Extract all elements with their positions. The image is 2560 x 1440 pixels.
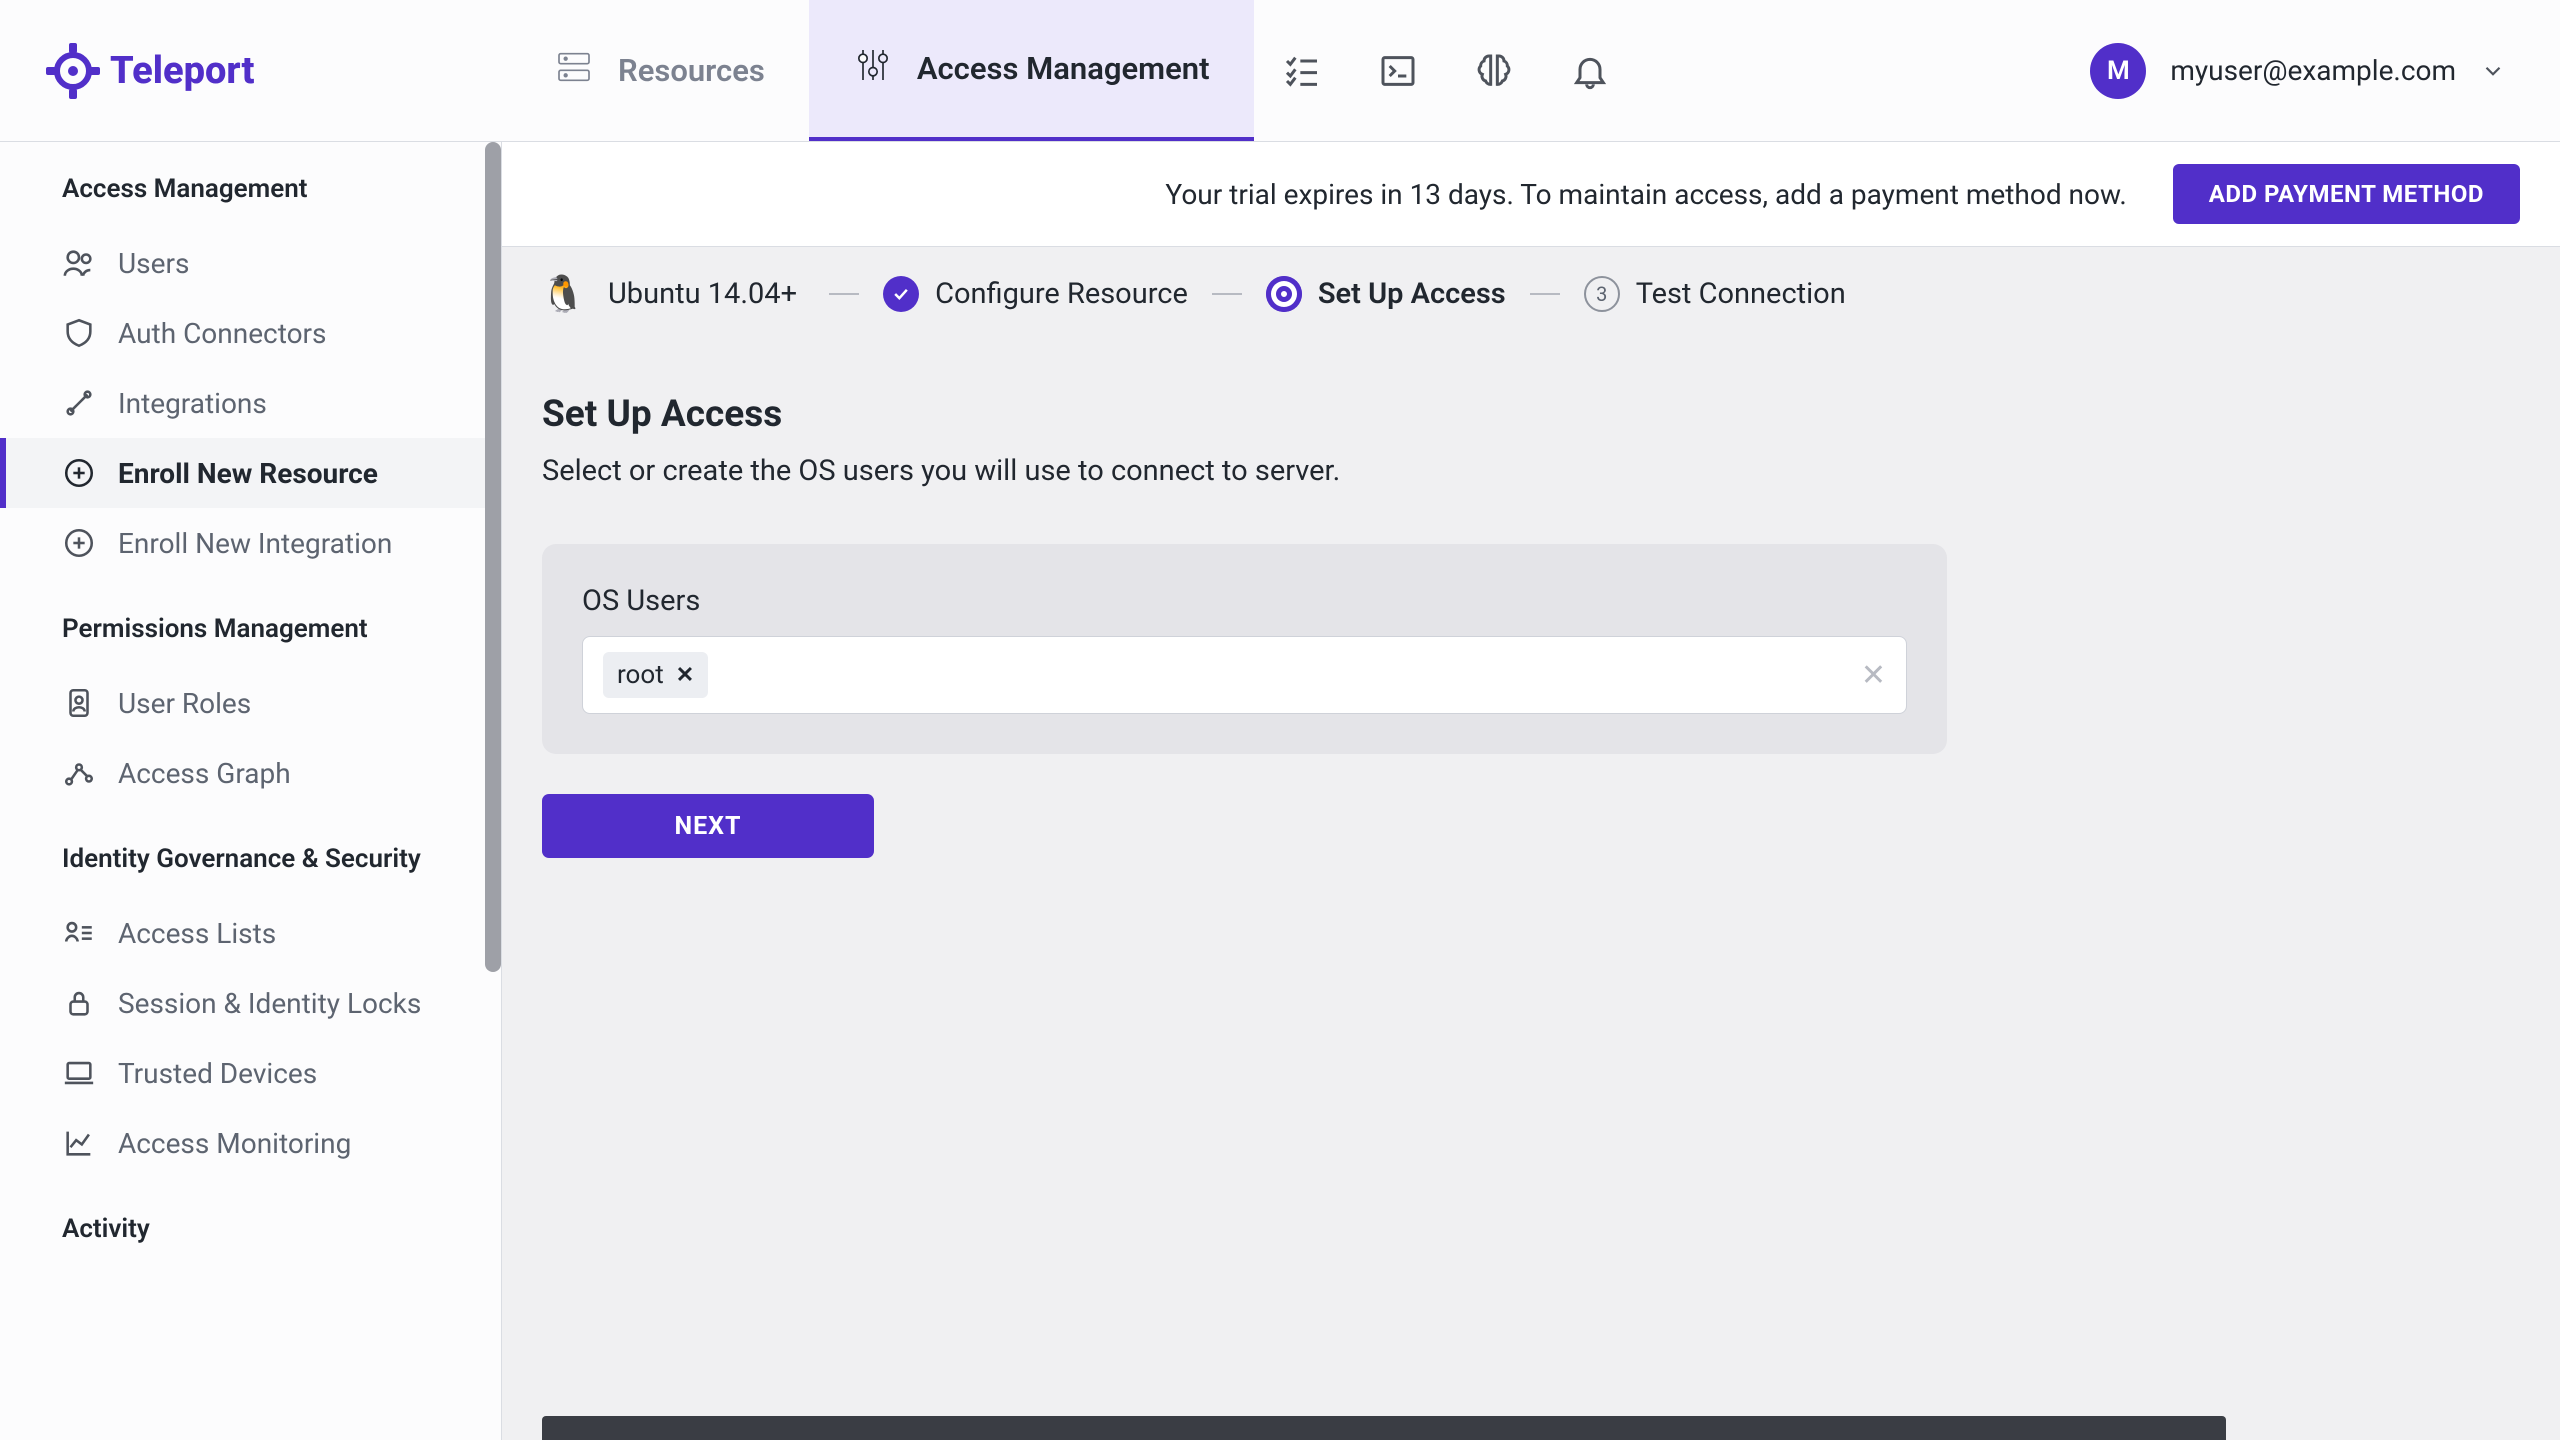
graph-icon	[62, 756, 96, 790]
checklist-icon	[1282, 51, 1322, 91]
clear-all-icon[interactable]: ✕	[1861, 658, 1886, 693]
os-user-tag: root ✕	[603, 652, 708, 698]
trial-banner: Your trial expires in 13 days. To mainta…	[502, 142, 2560, 247]
os-users-panel: OS Users root ✕ ✕	[542, 544, 1947, 754]
tab-label: Access Management	[917, 50, 1210, 87]
current-step-icon	[1266, 276, 1302, 312]
os-label: Ubuntu 14.04+	[608, 277, 797, 311]
check-icon	[883, 276, 919, 312]
sliders-icon	[853, 45, 893, 93]
brain-icon	[1474, 51, 1514, 91]
sidebar-item-label: Auth Connectors	[118, 317, 327, 350]
step-separator	[1530, 293, 1560, 295]
tab-label: Resources	[618, 52, 765, 89]
sidebar-item-users[interactable]: Users	[0, 228, 501, 298]
lock-icon	[62, 986, 96, 1020]
step-label: Set Up Access	[1318, 277, 1506, 311]
brand-logo[interactable]: Teleport	[0, 0, 510, 141]
step-configure-resource[interactable]: Configure Resource	[883, 276, 1188, 312]
sidebar-section-permissions: Permissions Management	[0, 578, 501, 668]
user-list-icon	[62, 916, 96, 950]
sidebar-item-access-graph[interactable]: Access Graph	[0, 738, 501, 808]
sidebar-item-label: Access Graph	[118, 757, 291, 790]
step-test-connection[interactable]: 3 Test Connection	[1584, 276, 1846, 312]
chart-icon	[62, 1126, 96, 1160]
tab-resources[interactable]: Resources	[510, 0, 809, 141]
step-label: Test Connection	[1636, 277, 1846, 311]
os-users-input[interactable]: root ✕ ✕	[582, 636, 1907, 714]
users-icon	[62, 246, 96, 280]
sidebar-item-label: Enroll New Resource	[118, 457, 378, 490]
sidebar-item-label: Trusted Devices	[118, 1057, 317, 1090]
sidebar-item-label: Access Monitoring	[118, 1127, 351, 1160]
laptop-icon	[62, 1056, 96, 1090]
terminal-icon	[1378, 51, 1418, 91]
step-separator	[829, 293, 859, 295]
sidebar-item-integrations[interactable]: Integrations	[0, 368, 501, 438]
plus-circle-icon	[62, 456, 96, 490]
sidebar-item-enroll-new-integration[interactable]: Enroll New Integration	[0, 508, 501, 578]
plug-icon	[62, 386, 96, 420]
top-header: Teleport Resources Access Management	[0, 0, 2560, 142]
nav-tabs: Resources Access Management	[510, 0, 1254, 141]
checklist-icon-tab[interactable]	[1254, 0, 1350, 141]
bell-icon-tab[interactable]	[1542, 0, 1638, 141]
sidebar-section-igs: Identity Governance & Security	[0, 808, 501, 898]
brain-icon-tab[interactable]	[1446, 0, 1542, 141]
sidebar: Access Management Users Auth Connectors …	[0, 142, 502, 1440]
sidebar-item-enroll-new-resource[interactable]: Enroll New Resource	[0, 438, 501, 508]
sidebar-item-label: Session & Identity Locks	[118, 987, 421, 1020]
sidebar-item-trusted-devices[interactable]: Trusted Devices	[0, 1038, 501, 1108]
sidebar-item-access-lists[interactable]: Access Lists	[0, 898, 501, 968]
user-email: myuser@example.com	[2170, 54, 2456, 87]
page-title: Set Up Access	[542, 393, 2520, 436]
sidebar-section-access-mgmt: Access Management	[0, 142, 501, 228]
sidebar-section-activity: Activity	[0, 1178, 501, 1268]
sidebar-item-label: Enroll New Integration	[118, 527, 392, 560]
step-number-icon: 3	[1584, 276, 1620, 312]
sidebar-item-user-roles[interactable]: User Roles	[0, 668, 501, 738]
sidebar-item-auth-connectors[interactable]: Auth Connectors	[0, 298, 501, 368]
sidebar-item-session-locks[interactable]: Session & Identity Locks	[0, 968, 501, 1038]
wizard-stepper: 🐧 Ubuntu 14.04+ Configure Resource Set U…	[502, 247, 2560, 341]
os-users-label: OS Users	[582, 584, 1907, 618]
teleport-logo-icon: Teleport	[46, 41, 330, 101]
id-badge-icon	[62, 686, 96, 720]
avatar: M	[2090, 43, 2146, 99]
sidebar-item-label: Access Lists	[118, 917, 276, 950]
bottom-drawer-handle[interactable]	[542, 1416, 2226, 1440]
step-separator	[1212, 293, 1242, 295]
sidebar-item-label: Users	[118, 247, 189, 280]
tab-access-management[interactable]: Access Management	[809, 0, 1254, 141]
sidebar-item-label: Integrations	[118, 387, 267, 420]
user-menu[interactable]: M myuser@example.com	[2090, 0, 2560, 141]
trial-banner-text: Your trial expires in 13 days. To mainta…	[1165, 178, 2126, 211]
plus-circle-icon	[62, 526, 96, 560]
main-content: Your trial expires in 13 days. To mainta…	[502, 142, 2560, 1440]
chevron-down-icon	[2480, 58, 2506, 84]
page-subtitle: Select or create the OS users you will u…	[542, 454, 2520, 488]
sidebar-item-access-monitoring[interactable]: Access Monitoring	[0, 1108, 501, 1178]
sidebar-item-label: User Roles	[118, 687, 251, 720]
server-icon	[554, 47, 594, 95]
step-set-up-access[interactable]: Set Up Access	[1266, 276, 1506, 312]
shield-icon	[62, 316, 96, 350]
svg-text:Teleport: Teleport	[110, 49, 254, 93]
add-payment-method-button[interactable]: ADD PAYMENT METHOD	[2173, 164, 2520, 224]
next-button[interactable]: NEXT	[542, 794, 874, 858]
bell-icon	[1570, 51, 1610, 91]
step-label: Configure Resource	[935, 277, 1188, 311]
linux-icon: 🐧	[542, 273, 584, 315]
remove-tag-icon[interactable]: ✕	[676, 663, 694, 688]
icon-tabs	[1254, 0, 1638, 141]
tag-label: root	[617, 660, 664, 690]
terminal-icon-tab[interactable]	[1350, 0, 1446, 141]
